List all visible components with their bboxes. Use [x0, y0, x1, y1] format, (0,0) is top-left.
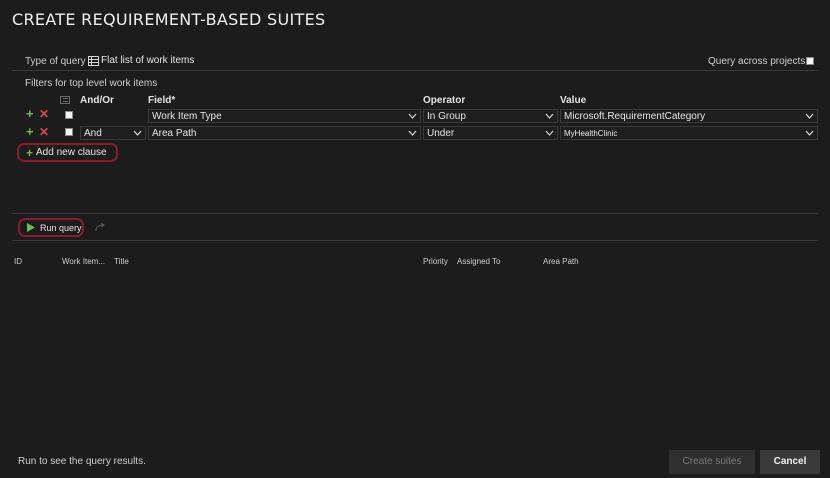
column-assigned-to[interactable]: Assigned To	[457, 257, 500, 266]
results-status-text: Run to see the query results.	[18, 456, 146, 467]
plus-icon: +	[26, 145, 34, 160]
separator-top	[12, 70, 818, 71]
cancel-button[interactable]: Cancel	[760, 450, 820, 474]
play-icon	[27, 223, 35, 232]
value-select[interactable]: Microsoft.RequirementCategory	[560, 109, 818, 123]
column-work-item-type[interactable]: Work Item...	[62, 257, 105, 266]
operator-select-value: In Group	[427, 111, 466, 122]
row-select-checkbox[interactable]	[65, 128, 73, 136]
chevron-down-icon	[545, 113, 554, 119]
cancel-label: Cancel	[773, 456, 807, 467]
value-input-text: MyHealthClinic	[564, 129, 618, 138]
column-priority[interactable]: Priority	[423, 257, 448, 266]
andor-select-value: And	[84, 128, 102, 139]
operator-select-value: Under	[427, 128, 455, 139]
column-area-path[interactable]: Area Path	[543, 257, 579, 266]
column-id[interactable]: ID	[14, 257, 22, 266]
operator-select[interactable]: Under	[423, 126, 558, 140]
operator-select[interactable]: In Group	[423, 109, 558, 123]
add-new-clause-label: Add new clause	[36, 147, 107, 158]
create-suites-label: Create suites	[682, 456, 742, 467]
field-select[interactable]: Work Item Type	[148, 109, 421, 123]
header-value: Value	[560, 95, 587, 106]
row-select-checkbox[interactable]	[65, 111, 73, 119]
delete-row-icon[interactable]: ✕	[39, 108, 49, 120]
header-operator: Operator	[423, 95, 466, 106]
flat-list-icon	[88, 55, 99, 66]
separator-results	[12, 240, 818, 241]
query-type-value: Flat list of work items	[101, 55, 195, 66]
separator-middle	[12, 213, 818, 214]
header-andor: And/Or	[80, 95, 114, 106]
andor-select[interactable]: And	[80, 126, 146, 140]
run-query-button[interactable]: Run query	[18, 218, 84, 237]
create-suites-button[interactable]: Create suites	[669, 450, 755, 474]
run-query-label: Run query	[40, 222, 82, 233]
query-across-projects-checkbox[interactable]	[806, 57, 814, 65]
redo-icon[interactable]	[94, 222, 106, 232]
field-select-value: Work Item Type	[152, 111, 222, 122]
chevron-down-icon	[408, 113, 417, 119]
query-type-selector[interactable]: Flat list of work items	[88, 55, 194, 66]
grouping-icon	[60, 96, 70, 104]
query-type-label: Type of query	[25, 56, 86, 67]
add-row-icon[interactable]: +	[26, 125, 34, 138]
header-field: Field*	[148, 95, 176, 106]
chevron-down-icon	[133, 130, 142, 136]
field-select-value: Area Path	[152, 128, 197, 139]
value-select-value: Microsoft.RequirementCategory	[564, 111, 706, 122]
dialog-title: CREATE REQUIREMENT-BASED SUITES	[12, 10, 326, 29]
field-select[interactable]: Area Path	[148, 126, 421, 140]
chevron-down-icon	[545, 130, 554, 136]
chevron-down-icon	[805, 130, 814, 136]
query-across-projects-label: Query across projects	[708, 56, 806, 67]
filters-label: Filters for top level work items	[25, 78, 158, 89]
column-title[interactable]: Title	[114, 257, 129, 266]
delete-row-icon[interactable]: ✕	[39, 126, 49, 138]
add-new-clause-button[interactable]: + Add new clause	[17, 143, 118, 162]
add-row-icon[interactable]: +	[26, 107, 34, 120]
chevron-down-icon	[408, 130, 417, 136]
value-input[interactable]: MyHealthClinic	[560, 126, 818, 140]
chevron-down-icon	[805, 113, 814, 119]
